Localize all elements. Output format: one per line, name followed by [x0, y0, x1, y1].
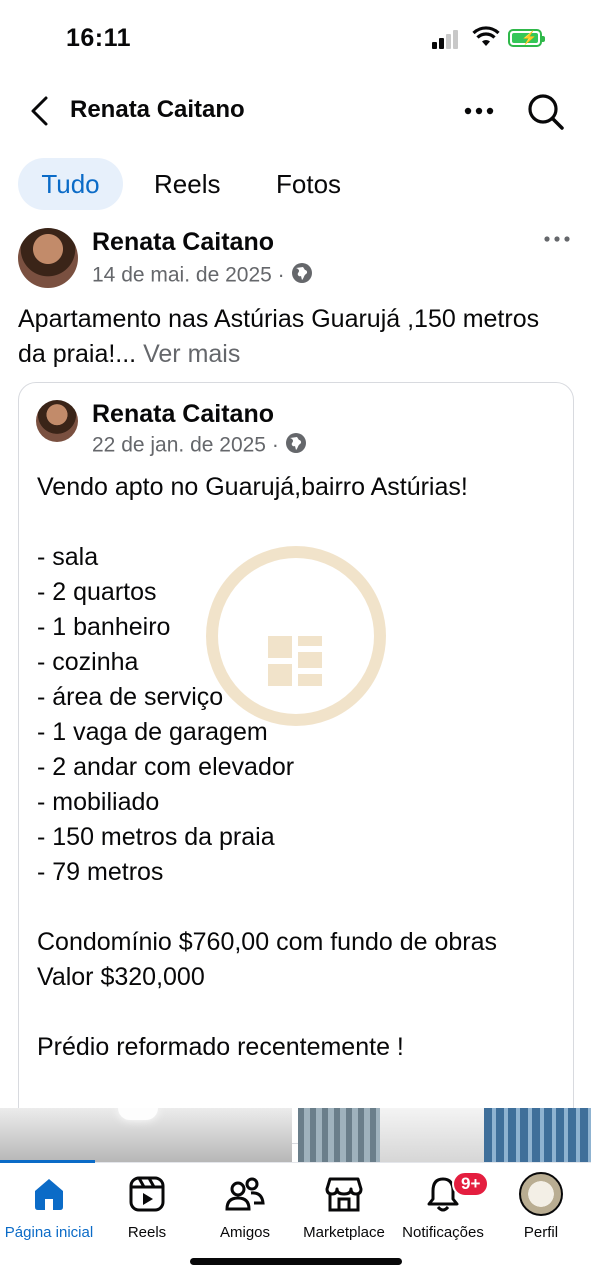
post-options-icon[interactable]	[542, 232, 572, 251]
more-options-icon[interactable]	[460, 96, 500, 126]
shared-author-avatar[interactable]	[36, 400, 78, 442]
shared-post-body: Vendo apto no Guarujá,bairro Astúrias! -…	[37, 473, 498, 1061]
meta-separator: ·	[277, 263, 285, 287]
battery-icon: ⚡	[508, 29, 545, 47]
nav-profile[interactable]: Perfil	[482, 1172, 591, 1241]
back-arrow-icon[interactable]	[24, 92, 62, 130]
nav-label: Perfil	[523, 1224, 559, 1241]
shared-post-meta: 22 de jan. de 2025 ·	[92, 432, 307, 460]
profile-avatar	[482, 1172, 591, 1216]
tab-tudo[interactable]: Tudo	[18, 158, 123, 210]
meta-separator: ·	[271, 433, 279, 457]
post-photo[interactable]	[0, 1108, 292, 1162]
post-text-content: Apartamento nas Astúrias Guarujá ,150 me…	[18, 305, 540, 368]
shared-post-author-name[interactable]: Renata Caitano	[92, 400, 274, 429]
author-avatar[interactable]	[18, 228, 78, 288]
wifi-icon	[472, 26, 500, 53]
see-more-link[interactable]: Ver mais	[143, 340, 240, 368]
tab-reels[interactable]: Reels	[154, 158, 220, 210]
tab-fotos[interactable]: Fotos	[276, 158, 341, 210]
home-indicator[interactable]	[190, 1258, 402, 1265]
post-meta: 14 de mai. de 2025 ·	[92, 262, 313, 290]
page-title: Renata Caitano	[70, 96, 245, 123]
post-photo[interactable]	[298, 1108, 591, 1162]
cellular-signal-icon	[432, 30, 460, 49]
post-author-name[interactable]: Renata Caitano	[92, 228, 274, 257]
globe-icon	[291, 262, 313, 290]
shared-post-date[interactable]: 22 de jan. de 2025	[92, 434, 266, 457]
post-date[interactable]: 14 de mai. de 2025	[92, 264, 272, 287]
search-icon[interactable]	[524, 90, 566, 132]
post-text: Apartamento nas Astúrias Guarujá ,150 me…	[18, 302, 558, 372]
globe-icon	[285, 432, 307, 460]
active-tab-indicator	[0, 1160, 95, 1163]
status-time: 16:11	[66, 24, 132, 52]
